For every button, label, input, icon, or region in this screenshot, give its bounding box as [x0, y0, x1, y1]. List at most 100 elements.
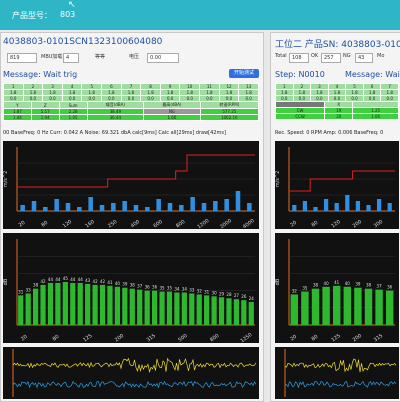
- bar: [190, 197, 195, 211]
- bar: [92, 284, 98, 325]
- bar: [114, 286, 121, 325]
- bar: [47, 282, 54, 325]
- bar: [20, 205, 25, 211]
- bar: [122, 201, 127, 211]
- x-tick-label: 200: [114, 333, 125, 343]
- mbu-field[interactable]: 4: [63, 53, 79, 63]
- product-model-label: 产品型号：: [12, 11, 52, 20]
- data-label: 45: [63, 276, 69, 281]
- data-label: 44: [48, 277, 54, 282]
- data-label: 33: [26, 287, 32, 292]
- step-label: Step: N0010: [275, 70, 325, 79]
- ng-field: 43: [355, 53, 373, 63]
- bar: [323, 199, 329, 211]
- waveform-chart-2: [275, 347, 399, 399]
- bar: [345, 195, 350, 211]
- bar: [301, 291, 309, 325]
- res-head-2: Sum: [58, 101, 88, 109]
- data-label: 42: [93, 279, 99, 284]
- bar: [292, 205, 297, 211]
- data-label: 34: [174, 287, 180, 292]
- bar: [302, 201, 308, 211]
- status-message-2: Message: Wait tr: [345, 70, 400, 79]
- station-2-panel: 工位二 产品SN: 4038803-0101S Total 108 OK 257…: [270, 32, 400, 402]
- result-table: Y Z Sum 噪音(dBA) 最高(dBA) 转速(RPM) 1.87 5.57 2.28 3…: [3, 101, 260, 121]
- res-r2-4: 1.66: [143, 114, 201, 121]
- x-tick-label: 120: [62, 219, 73, 229]
- bar: [32, 288, 39, 325]
- data-label: 26: [241, 294, 247, 299]
- bar: [137, 289, 143, 325]
- bar: [129, 288, 135, 325]
- bar: [54, 199, 59, 211]
- station-name: 工位二: [275, 40, 303, 50]
- start-test-button[interactable]: 开始测试: [229, 69, 259, 78]
- data-label: 33: [189, 287, 195, 292]
- bar: [166, 291, 173, 325]
- x-tick-label: 600: [152, 219, 163, 229]
- bar: [313, 207, 318, 211]
- bar: [332, 285, 341, 325]
- bar: [376, 199, 382, 211]
- bar: [145, 207, 150, 211]
- limit-line: [289, 170, 395, 192]
- bar: [355, 201, 361, 211]
- bar: [366, 205, 371, 211]
- x-tick-label: 80: [40, 220, 49, 229]
- x-tick-label: 200: [352, 219, 363, 229]
- data-label: 30: [212, 290, 218, 295]
- bar: [204, 295, 210, 325]
- data-label: 37: [137, 284, 143, 289]
- data-label: 44: [55, 277, 61, 282]
- bar: [159, 291, 165, 325]
- x-tick-label: 4000: [242, 218, 256, 229]
- data-label: 32: [197, 288, 203, 293]
- bar: [343, 286, 352, 325]
- data-label: 31: [18, 289, 24, 294]
- ng-label: NG: [343, 53, 351, 59]
- x-tick-label: 800: [175, 219, 186, 229]
- res-head-5: 转速(RPM): [199, 101, 260, 109]
- bar: [133, 205, 139, 211]
- data-label: 44: [78, 277, 84, 282]
- x-tick-label: 20: [289, 334, 298, 343]
- count-field[interactable]: 819: [7, 53, 37, 63]
- mouse-cursor-icon: ↖: [68, 0, 76, 10]
- data-label: 36: [145, 285, 151, 290]
- data-label: 38: [33, 283, 39, 288]
- bar: [334, 203, 339, 211]
- res-head-1: Z: [30, 101, 60, 109]
- x-tick-label: 200: [352, 333, 363, 343]
- dir-ccw-val: 20: [324, 113, 354, 120]
- waveform-chart: [3, 347, 259, 399]
- serial-number: 4038803-0101SCN1323100604080: [3, 37, 163, 47]
- status-message: Message: Wait trig: [3, 70, 78, 79]
- bar: [241, 300, 247, 325]
- res-r2-2: 1.05: [58, 114, 88, 121]
- data-label: 37: [377, 284, 383, 289]
- x-tick-label: 125: [82, 333, 93, 343]
- x-tick-label: 80: [311, 220, 320, 229]
- x-tick-label: 80: [311, 334, 320, 343]
- status-line-2: Rec. Speed: 0 RPM Amp: 0.006 BaseFreq: 0: [275, 130, 384, 136]
- voltage-label: 电压: [129, 54, 140, 60]
- x-tick-label: 2000: [219, 218, 233, 229]
- data-label: 40: [324, 281, 330, 286]
- waveform-line-1: [12, 357, 257, 374]
- x-tick-label: 1200: [196, 218, 210, 229]
- data-label: 44: [70, 277, 76, 282]
- product-model-value: 803: [60, 10, 76, 19]
- x-tick-label: 160: [84, 219, 95, 229]
- noise-chart-2: 32 35 38 40 41 40 39 38 37 36 20 80 125 200 315 dB: [275, 233, 399, 343]
- data-label: 43: [85, 278, 91, 283]
- data-label: 40: [115, 281, 121, 286]
- x-tick-label: 20: [20, 334, 29, 343]
- dir-ccw-extra: 1.06: [352, 113, 399, 120]
- bar: [181, 292, 187, 325]
- voltage-field[interactable]: 0.00: [147, 53, 179, 63]
- waveform-line-2: [12, 380, 257, 389]
- wait-label: 等等: [95, 54, 106, 60]
- bar: [226, 298, 232, 325]
- x-tick-label: 800: [209, 333, 220, 343]
- channel-table: 1 2 3 4 5 6 7 8 9 10 11 12 13 1.8 1.8 1.8 1.8 1.8 1.8 1.8 1…: [3, 83, 259, 102]
